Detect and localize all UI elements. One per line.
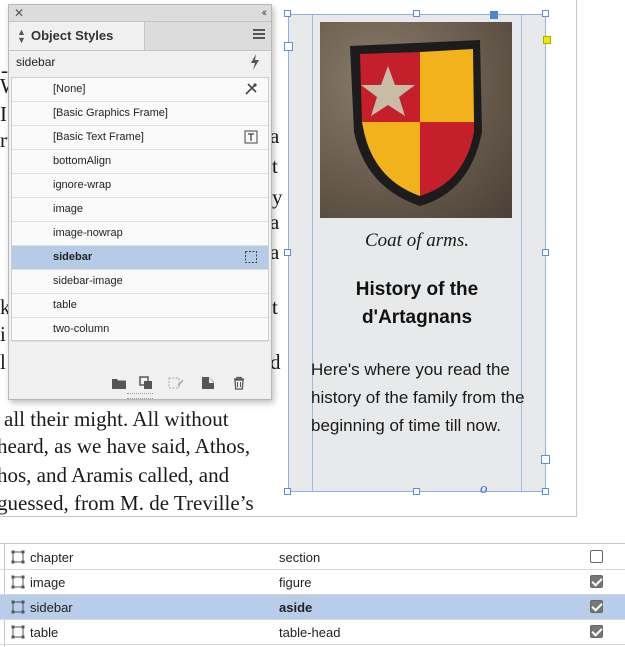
panel-title: Object Styles: [31, 28, 114, 43]
clear-overrides-icon[interactable]: [139, 376, 155, 390]
export-checkbox[interactable]: [590, 625, 603, 638]
style-tag-mapping-table: chapter section image figure sidebar asi…: [0, 543, 625, 647]
image-caption: Coat of arms.: [365, 230, 469, 251]
table-row[interactable]: sidebar aside: [0, 595, 625, 620]
style-item-label: sidebar-image: [53, 275, 123, 287]
frame-handle[interactable]: [284, 10, 291, 17]
anchor-handle[interactable]: [490, 11, 498, 19]
current-style-row: sidebar: [9, 51, 271, 75]
export-checkbox[interactable]: [590, 550, 603, 563]
sidebar-heading-line: History of the: [355, 279, 479, 300]
sidebar-heading: History of the d'Artagnans: [290, 276, 544, 332]
text-fragment: t: [272, 295, 278, 319]
style-item-label: [Basic Text Frame]: [53, 131, 144, 143]
style-item-label: two-column: [53, 323, 110, 335]
text-frame-icon: [244, 130, 258, 144]
current-style-name: sidebar: [16, 55, 56, 69]
export-tag-name[interactable]: table-head: [279, 625, 340, 640]
export-tag-name[interactable]: figure: [279, 575, 312, 590]
table-row[interactable]: chapter section: [0, 545, 625, 570]
style-item-label: [Basic Graphics Frame]: [53, 107, 168, 119]
text-fragment: i: [0, 322, 6, 346]
style-item-basic-graphics-frame[interactable]: [Basic Graphics Frame]: [12, 102, 268, 126]
trash-icon[interactable]: [231, 376, 247, 390]
body-text-line: guessed, from M. de Treville’s: [0, 491, 254, 515]
style-item-sidebar-image[interactable]: sidebar-image: [12, 270, 268, 294]
style-item-label: image: [53, 203, 83, 215]
sidebar-body-text: Here's where you read the history of the…: [311, 360, 525, 435]
frame-handle[interactable]: [413, 488, 420, 495]
style-item-image[interactable]: image: [12, 198, 268, 222]
object-style-name: sidebar: [30, 600, 73, 615]
style-item-label: table: [53, 299, 77, 311]
object-style-name: chapter: [30, 550, 74, 565]
body-text-line: heard, as we have said, Athos,: [0, 434, 251, 458]
object-style-name: image: [30, 575, 66, 590]
style-list: [None] [Basic Graphics Frame] [Basic Tex…: [11, 77, 269, 342]
style-item-basic-text-frame[interactable]: [Basic Text Frame]: [12, 126, 268, 150]
corner-effect-handle[interactable]: [543, 36, 551, 44]
frame-style-icon: [245, 251, 257, 263]
style-item-label: image-nowrap: [53, 227, 123, 239]
shield-icon: [350, 40, 482, 206]
style-item-ignore-wrap[interactable]: ignore-wrap: [12, 174, 268, 198]
sidebar-heading-line: d'Artagnans: [361, 307, 473, 328]
style-item-bottomalign[interactable]: bottomAlign: [12, 150, 268, 174]
frame-handle[interactable]: [284, 488, 291, 495]
style-item-two-column[interactable]: two-column: [12, 318, 268, 342]
inset-handle[interactable]: [541, 455, 550, 464]
inset-handle[interactable]: [284, 42, 293, 51]
none-style-icon: [245, 83, 257, 95]
export-checkbox[interactable]: [590, 600, 603, 613]
body-text-line: all their might. All without: [4, 407, 229, 431]
style-item-none[interactable]: [None]: [12, 78, 268, 102]
object-style-icon: [11, 625, 25, 639]
panel-tab-row: ▲ ▼ Object Styles: [9, 22, 271, 51]
text-fragment: t: [272, 154, 278, 178]
export-checkbox[interactable]: [590, 575, 603, 588]
style-item-table[interactable]: table: [12, 294, 268, 318]
object-style-icon: [11, 550, 25, 564]
frame-handle[interactable]: [413, 10, 420, 17]
style-item-label: sidebar: [53, 251, 93, 263]
clear-non-style-icon[interactable]: [168, 376, 184, 390]
tab-object-styles[interactable]: ▲ ▼ Object Styles: [9, 22, 145, 50]
style-item-sidebar[interactable]: sidebar: [12, 246, 268, 270]
text-fragment: l: [0, 350, 6, 374]
style-item-image-nowrap[interactable]: image-nowrap: [12, 222, 268, 246]
object-styles-panel: ✕ ‹‹ ▲ ▼ Object Styles sidebar [None] [Ba…: [8, 4, 272, 400]
object-style-icon: [11, 600, 25, 614]
table-row[interactable]: table table-head: [0, 620, 625, 645]
export-tag-name[interactable]: aside: [279, 600, 312, 615]
object-style-name: table: [30, 625, 59, 640]
panel-menu-icon[interactable]: [253, 29, 265, 41]
style-item-label: ignore-wrap: [53, 179, 112, 191]
object-style-icon: [11, 575, 25, 589]
overset-indicator[interactable]: o: [480, 481, 488, 498]
coat-of-arms-image[interactable]: [320, 22, 512, 218]
new-style-icon[interactable]: [200, 376, 216, 390]
close-icon[interactable]: ✕: [14, 5, 24, 21]
resize-grip[interactable]: [127, 393, 153, 399]
panel-title-bar[interactable]: ✕ ‹‹: [9, 5, 271, 22]
frame-handle[interactable]: [542, 488, 549, 495]
folder-icon[interactable]: [111, 376, 127, 390]
body-text-line: hos, and Aramis called, and: [0, 463, 230, 487]
text-fragment: I: [0, 102, 7, 126]
text-fragment: y: [272, 185, 283, 209]
table-row[interactable]: image figure: [0, 570, 625, 595]
export-tag-name[interactable]: section: [279, 550, 320, 565]
expand-arrows-icon[interactable]: ▲ ▼: [17, 28, 26, 45]
style-item-label: bottomAlign: [53, 155, 112, 167]
style-item-label: [None]: [53, 83, 86, 95]
collapse-icon[interactable]: ‹‹: [262, 5, 268, 21]
quick-apply-icon[interactable]: [249, 54, 261, 70]
frame-handle[interactable]: [542, 10, 549, 17]
